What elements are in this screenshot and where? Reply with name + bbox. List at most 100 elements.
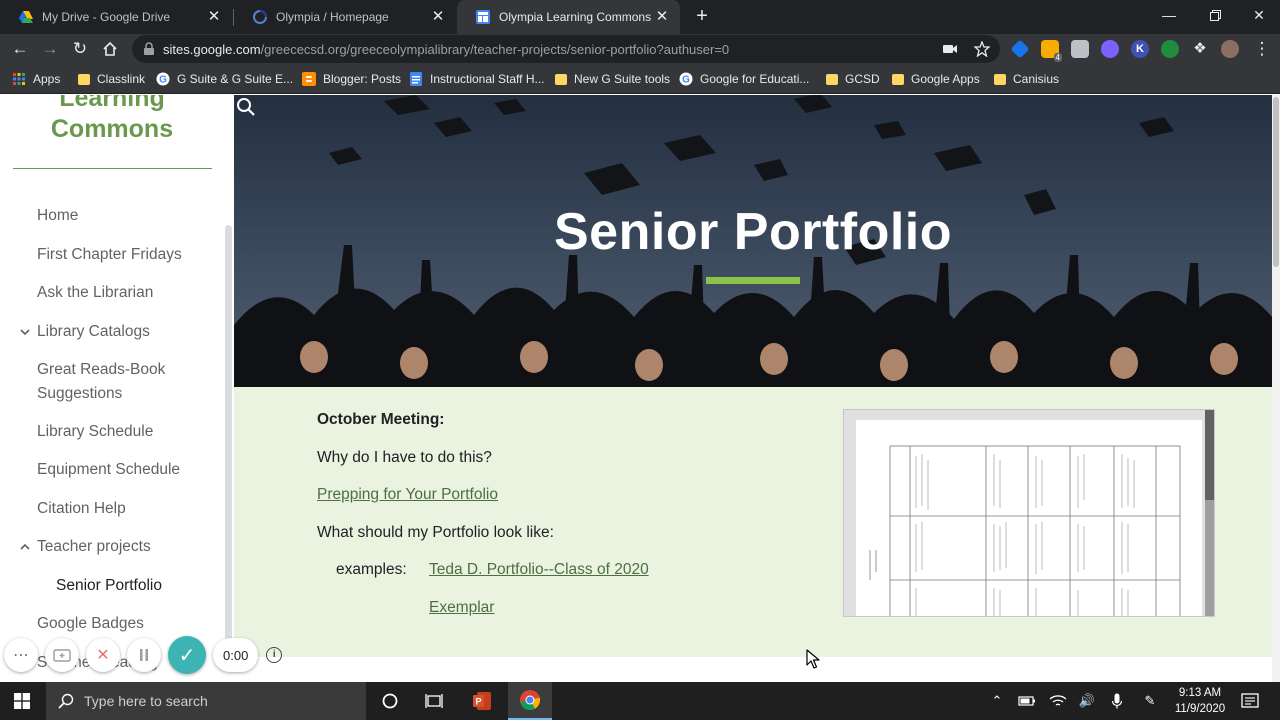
back-button[interactable]: ← [8, 37, 32, 61]
browser-tab-strip: My Drive - Google Drive ✕ Olympia / Home… [0, 0, 1280, 34]
browser-menu-button[interactable]: ⋮ [1250, 37, 1274, 61]
close-window-button[interactable]: ✕ [1236, 0, 1280, 30]
chrome-taskbar-button[interactable] [508, 682, 552, 720]
tab-title: Olympia / Homepage [276, 10, 389, 24]
bookmark-label: Blogger: Posts [323, 72, 402, 86]
notifications-icon[interactable] [1240, 691, 1260, 711]
prepping-portfolio-link[interactable]: Prepping for Your Portfolio [317, 484, 498, 506]
microphone-icon[interactable] [1107, 691, 1127, 711]
forward-button[interactable]: → [38, 37, 62, 61]
bookmark-label: Classlink [97, 72, 146, 86]
google-sites-icon [476, 10, 490, 24]
extension-notes-icon[interactable]: 4 [1041, 40, 1062, 62]
tab-google-drive[interactable]: My Drive - Google Drive ✕ [0, 0, 232, 34]
nav-item-teacher-projects[interactable]: Teacher projects [37, 535, 207, 559]
camera-blocked-icon[interactable] [942, 41, 958, 57]
bookmark-blogger-posts[interactable]: Blogger: Posts [302, 64, 401, 94]
new-tab-button[interactable]: + [691, 5, 713, 27]
embedded-rubric-document[interactable] [843, 409, 1215, 617]
sidebar-divider [13, 168, 212, 169]
chevron-down-icon[interactable] [19, 326, 31, 338]
nav-item-equipment-schedule[interactable]: Equipment Schedule [37, 458, 207, 482]
taskbar-clock[interactable]: 9:13 AM 11/9/2020 [1170, 685, 1230, 717]
bookmark-new-g-suite-tools[interactable]: New G Suite tools [555, 64, 670, 94]
start-button[interactable] [0, 682, 44, 720]
recorder-more-button[interactable]: ⋯ [4, 638, 38, 672]
extensions-puzzle-icon[interactable]: ❖ [1188, 37, 1212, 61]
bookmark-google-apps[interactable]: Google Apps [892, 64, 980, 94]
bookmark-instructional-staff[interactable]: Instructional Staff H... [409, 64, 545, 94]
bookmark-apps[interactable]: Apps [12, 64, 60, 94]
nav-item-home[interactable]: Home [37, 204, 207, 228]
tab-close-icon[interactable]: ✕ [654, 9, 670, 25]
recorder-pause-button[interactable] [127, 638, 161, 672]
maximize-window-button[interactable] [1192, 0, 1238, 30]
tray-expand-icon[interactable]: ⌃ [987, 691, 1007, 711]
extension-screenshot-icon[interactable] [1071, 40, 1089, 58]
volume-icon[interactable]: 🔊 [1077, 691, 1097, 711]
url-path: /greececsd.org/greeceolympialibrary/teac… [260, 41, 730, 57]
address-bar[interactable]: sites.google.com/greececsd.org/greeceoly… [132, 35, 1000, 63]
webcam-icon [53, 649, 71, 662]
nav-item-citation-help[interactable]: Citation Help [37, 497, 207, 521]
folder-icon [826, 73, 838, 85]
cortana-button[interactable] [368, 682, 412, 720]
document-scrollbar-thumb[interactable] [1205, 410, 1214, 500]
page-scrollbar-thumb[interactable] [1273, 97, 1279, 267]
lock-icon [144, 42, 154, 55]
extension-k-icon[interactable]: K [1131, 40, 1149, 58]
bookmark-label: Google for Educati... [700, 72, 810, 86]
tab-title: Olympia Learning Commons - Se [499, 10, 654, 24]
info-icon[interactable]: i [266, 647, 283, 663]
tab-olympia-learning-commons[interactable]: Olympia Learning Commons - Se ✕ [457, 0, 680, 34]
sidebar-scrollbar[interactable] [225, 225, 232, 665]
pen-ink-icon[interactable]: ✎ [1140, 691, 1160, 711]
recorder-webcam-button[interactable] [45, 638, 79, 672]
bookmark-google-for-education[interactable]: G Google for Educati... [679, 64, 809, 94]
site-title[interactable]: Learning Commons [0, 95, 224, 145]
battery-icon[interactable] [1017, 691, 1037, 711]
extension-diamond-icon[interactable] [1010, 39, 1030, 59]
nav-item-ask-the-librarian[interactable]: Ask the Librarian [37, 281, 207, 305]
examples-label: examples: [336, 561, 407, 578]
minimize-window-button[interactable]: — [1146, 0, 1192, 30]
extension-green-icon[interactable] [1161, 40, 1179, 58]
bookmark-gcsd[interactable]: GCSD [826, 64, 880, 94]
recorder-finish-button[interactable]: ✓ [168, 636, 206, 674]
example-portfolio-link[interactable]: Teda D. Portfolio--Class of 2020 [429, 559, 649, 581]
task-view-button[interactable] [412, 682, 456, 720]
bookmark-g-suite[interactable]: G G Suite & G Suite E... [156, 64, 293, 94]
bookmark-canisius[interactable]: Canisius [994, 64, 1059, 94]
tab-close-icon[interactable]: ✕ [430, 9, 446, 25]
bookmark-classlink[interactable]: Classlink [78, 64, 145, 94]
tab-close-icon[interactable]: ✕ [206, 9, 222, 25]
url-host: sites.google.com [163, 41, 261, 57]
wifi-icon[interactable] [1048, 691, 1068, 711]
tab-olympia-homepage[interactable]: Olympia / Homepage ✕ [234, 0, 456, 34]
bookmark-label: Canisius [1013, 72, 1060, 86]
reload-button[interactable]: ↻ [68, 37, 92, 61]
browser-toolbar: ← → ↻ sites.google.com/greececsd.org/gre… [0, 34, 1280, 64]
recorder-cancel-button[interactable]: ✕ [86, 638, 120, 672]
chevron-up-icon[interactable] [19, 541, 31, 553]
bookmark-star-icon[interactable] [973, 40, 991, 58]
nav-item-library-catalogs[interactable]: Library Catalogs [37, 320, 207, 344]
bookmark-label: G Suite & G Suite E... [177, 72, 294, 86]
search-icon[interactable] [234, 95, 258, 119]
nav-item-first-chapter-fridays[interactable]: First Chapter Fridays [37, 243, 207, 267]
home-button[interactable] [98, 37, 122, 61]
clock-date: 11/9/2020 [1174, 703, 1226, 715]
nav-item-library-schedule[interactable]: Library Schedule [37, 420, 207, 444]
powerpoint-taskbar-button[interactable]: P [460, 682, 504, 720]
exemplar-link[interactable]: Exemplar [429, 597, 494, 619]
svg-text:P: P [475, 697, 481, 707]
cortana-circle-icon [382, 693, 398, 709]
extension-color-icon[interactable] [1101, 40, 1119, 58]
nav-item-google-badges[interactable]: Google Badges [37, 612, 207, 636]
tab-title: My Drive - Google Drive [42, 10, 171, 24]
nav-item-great-reads[interactable]: Great Reads-Book Suggestions [37, 358, 207, 406]
meeting-heading: October Meeting: [317, 411, 445, 428]
taskbar-search-box[interactable]: Type here to search [46, 682, 366, 720]
profile-avatar[interactable] [1221, 40, 1239, 58]
nav-item-senior-portfolio[interactable]: Senior Portfolio [56, 574, 226, 598]
